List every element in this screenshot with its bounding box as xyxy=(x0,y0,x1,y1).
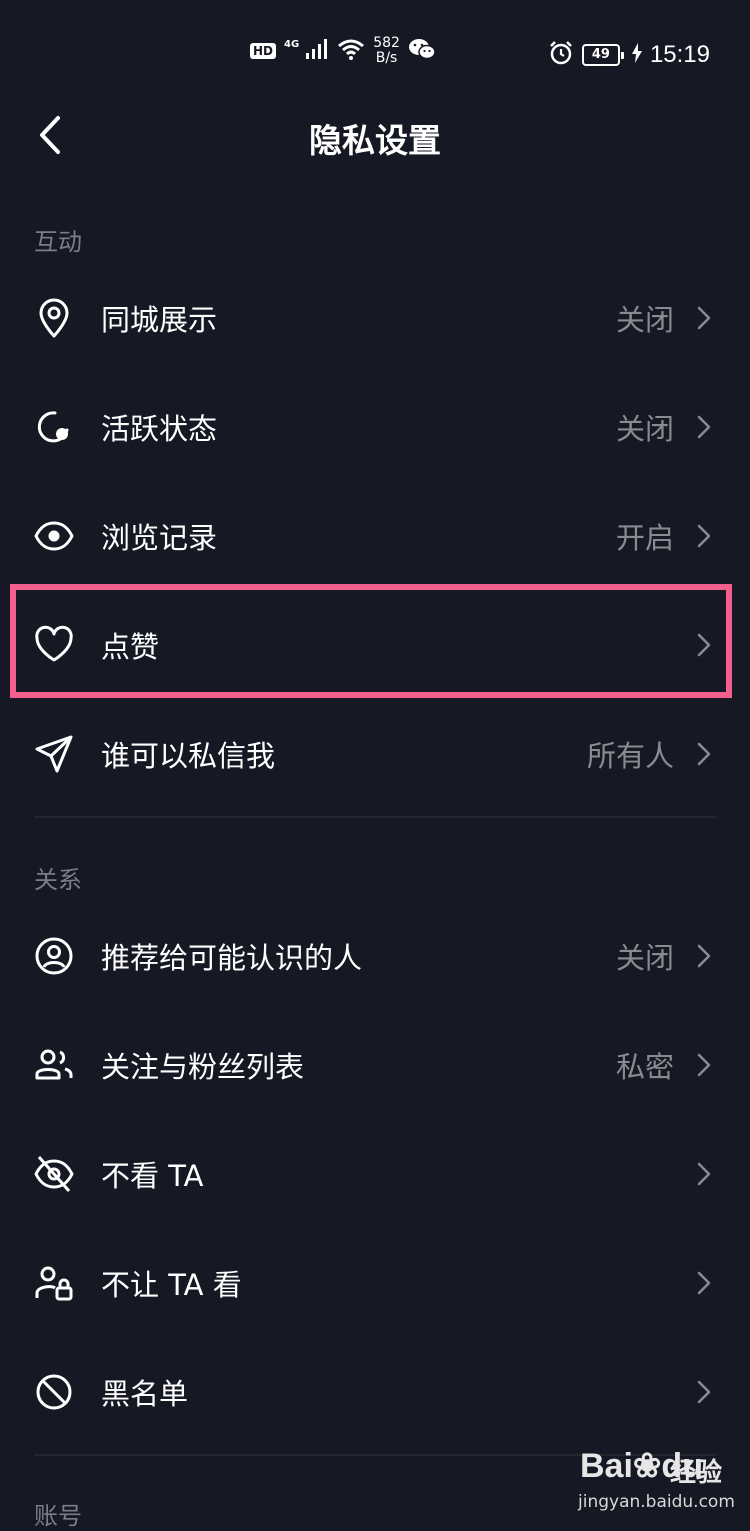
status-right: 49 15:19 xyxy=(548,40,710,70)
location-pin-icon xyxy=(39,298,69,338)
row-value: 关闭 xyxy=(615,303,674,337)
send-icon xyxy=(35,735,73,773)
speed-value: 582 xyxy=(373,35,400,51)
status-left: HD 4G 582 B/s xyxy=(250,36,436,66)
wechat-icon xyxy=(408,37,436,65)
status-bar: HD 4G 582 B/s 49 15:19 xyxy=(0,0,750,110)
eye-icon xyxy=(34,521,74,551)
chevron-right-icon xyxy=(697,742,711,766)
chevron-right-icon xyxy=(697,1162,711,1186)
users-icon xyxy=(35,1049,73,1080)
setting-row-follow-fans-list[interactable]: 关注与粉丝列表 私密 xyxy=(0,1011,750,1119)
watermark: Bai❀du 经验 jingyan.baidu.com xyxy=(574,1446,735,1518)
battery-icon: 49 xyxy=(581,44,624,66)
section-title-interaction: 互动 xyxy=(34,228,82,256)
setting-row-hide-from-them[interactable]: 不让 TA 看 xyxy=(0,1229,750,1337)
chevron-right-icon xyxy=(697,306,711,330)
setting-row-blacklist[interactable]: 黑名单 xyxy=(0,1338,750,1446)
user-lock-icon xyxy=(35,1266,73,1301)
row-label: 关注与粉丝列表 xyxy=(101,1050,305,1084)
chevron-right-icon xyxy=(697,1053,711,1077)
setting-row-dont-view-them[interactable]: 不看 TA xyxy=(0,1120,750,1228)
row-value: 关闭 xyxy=(615,412,674,446)
signal-icon xyxy=(305,38,329,64)
row-label: 推荐给可能认识的人 xyxy=(101,941,363,975)
row-label: 同城展示 xyxy=(101,303,218,337)
chevron-right-icon xyxy=(697,1271,711,1295)
chevron-right-icon xyxy=(697,1380,711,1404)
paw-icon: ❀ xyxy=(632,1447,662,1485)
hd-badge: HD xyxy=(250,43,277,59)
alarm-icon xyxy=(548,40,574,70)
row-value: 开启 xyxy=(615,521,674,555)
setting-row-recommend-to-acquaintances[interactable]: 推荐给可能认识的人 关闭 xyxy=(0,902,750,1010)
row-label: 活跃状态 xyxy=(101,412,218,446)
section-title-relations: 关系 xyxy=(34,866,82,894)
row-label: 不看 TA xyxy=(101,1159,204,1193)
setting-row-active-status[interactable]: 活跃状态 关闭 xyxy=(0,373,750,481)
chevron-right-icon xyxy=(697,415,711,439)
clock: 15:19 xyxy=(649,41,710,68)
row-value: 所有人 xyxy=(586,739,674,773)
setting-row-local-display[interactable]: 同城展示 关闭 xyxy=(0,264,750,372)
setting-row-who-can-message[interactable]: 谁可以私信我 所有人 xyxy=(0,700,750,808)
row-label: 谁可以私信我 xyxy=(101,739,276,773)
active-status-icon xyxy=(37,411,69,443)
setting-row-browse-history[interactable]: 浏览记录 开启 xyxy=(0,482,750,590)
network-type: 4G xyxy=(284,39,300,50)
section-title-account: 账号 xyxy=(34,1502,82,1530)
row-value: 关闭 xyxy=(615,941,674,975)
eye-off-icon xyxy=(34,1156,74,1192)
setting-row-likes[interactable]: 点赞 xyxy=(0,591,750,699)
speed-unit: B/s xyxy=(375,50,398,66)
watermark-url: jingyan.baidu.com xyxy=(578,1492,735,1512)
row-value: 私密 xyxy=(615,1050,674,1084)
page-title: 隐私设置 xyxy=(309,121,441,160)
row-label: 不让 TA 看 xyxy=(101,1268,242,1302)
heart-icon xyxy=(35,625,73,662)
row-label: 黑名单 xyxy=(101,1377,189,1411)
watermark-logo-bai: Bai xyxy=(580,1447,633,1485)
chevron-right-icon xyxy=(697,633,711,657)
chevron-right-icon xyxy=(697,524,711,548)
block-icon xyxy=(36,1374,72,1410)
watermark-brand: 经验 xyxy=(670,1458,723,1488)
section-divider xyxy=(34,816,716,818)
wifi-icon xyxy=(337,37,365,65)
network-speed: 582 B/s xyxy=(373,36,400,66)
charging-icon xyxy=(631,43,642,67)
row-label: 点赞 xyxy=(101,630,160,664)
top-bar: 隐私设置 xyxy=(0,100,750,170)
chevron-right-icon xyxy=(697,944,711,968)
user-circle-icon xyxy=(35,937,73,975)
row-label: 浏览记录 xyxy=(101,521,218,555)
